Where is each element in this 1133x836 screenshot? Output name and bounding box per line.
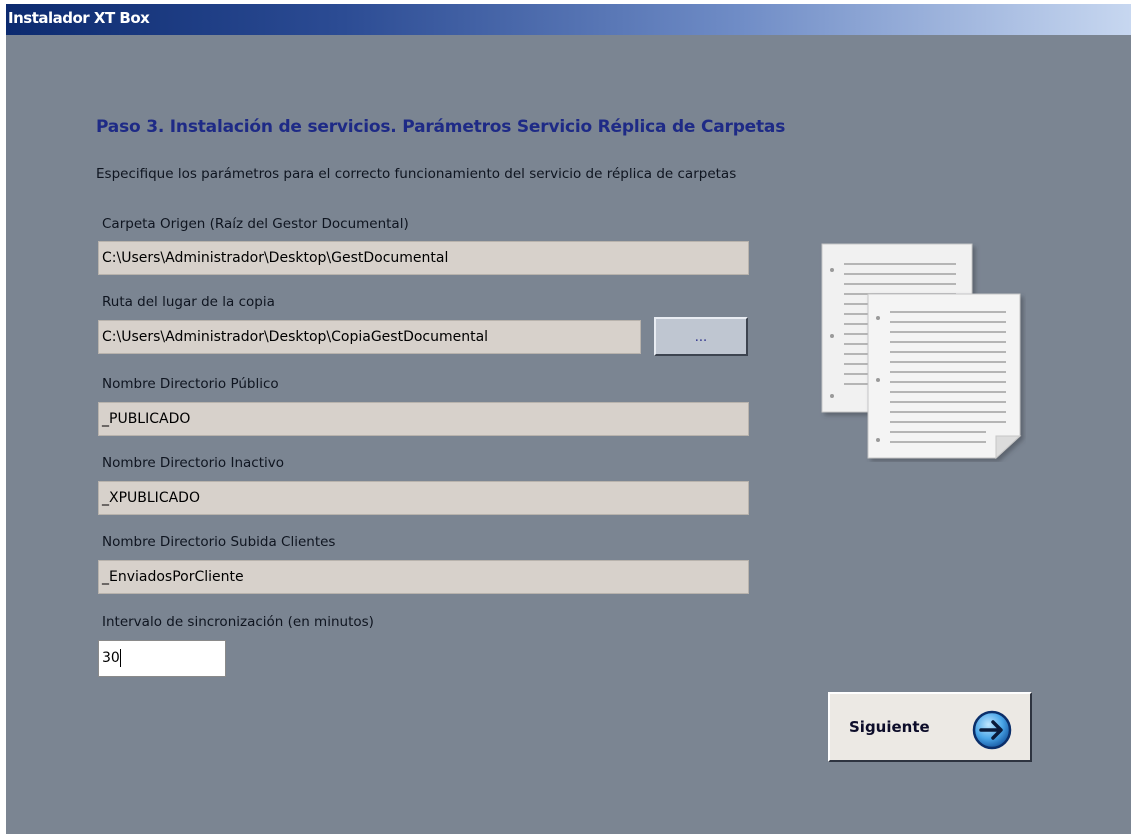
- browse-button[interactable]: ...: [654, 317, 748, 356]
- interval-value: 30: [102, 650, 120, 666]
- interval-input[interactable]: 30: [98, 640, 226, 677]
- upload-dir-label: Nombre Directorio Subida Clientes: [102, 534, 336, 550]
- inactive-dir-field[interactable]: _XPUBLICADO: [98, 481, 749, 515]
- origin-folder-field[interactable]: C:\Users\Administrador\Desktop\GestDocum…: [98, 241, 749, 275]
- next-button[interactable]: Siguiente: [828, 692, 1032, 762]
- inactive-dir-label: Nombre Directorio Inactivo: [102, 455, 284, 471]
- window-title: Instalador XT Box: [8, 9, 150, 27]
- public-dir-field[interactable]: _PUBLICADO: [98, 402, 749, 436]
- step-description: Especifique los parámetros para el corre…: [96, 166, 737, 182]
- step-heading: Paso 3. Instalación de servicios. Paráme…: [96, 117, 786, 137]
- title-bar: Instalador XT Box: [6, 4, 1131, 35]
- next-button-label: Siguiente: [849, 718, 930, 736]
- interval-label: Intervalo de sincronización (en minutos): [102, 614, 374, 630]
- copy-path-field[interactable]: C:\Users\Administrador\Desktop\CopiaGest…: [98, 320, 641, 354]
- installer-window: Instalador XT Box Paso 3. Instalación de…: [6, 4, 1131, 834]
- arrow-right-circle-icon: [972, 710, 1012, 750]
- origin-folder-label: Carpeta Origen (Raíz del Gestor Document…: [102, 216, 409, 232]
- public-dir-label: Nombre Directorio Público: [102, 376, 279, 392]
- documents-icon: [821, 243, 1022, 460]
- copy-path-label: Ruta del lugar de la copia: [102, 294, 275, 310]
- upload-dir-field[interactable]: _EnviadosPorCliente: [98, 560, 749, 594]
- text-caret: [119, 649, 121, 667]
